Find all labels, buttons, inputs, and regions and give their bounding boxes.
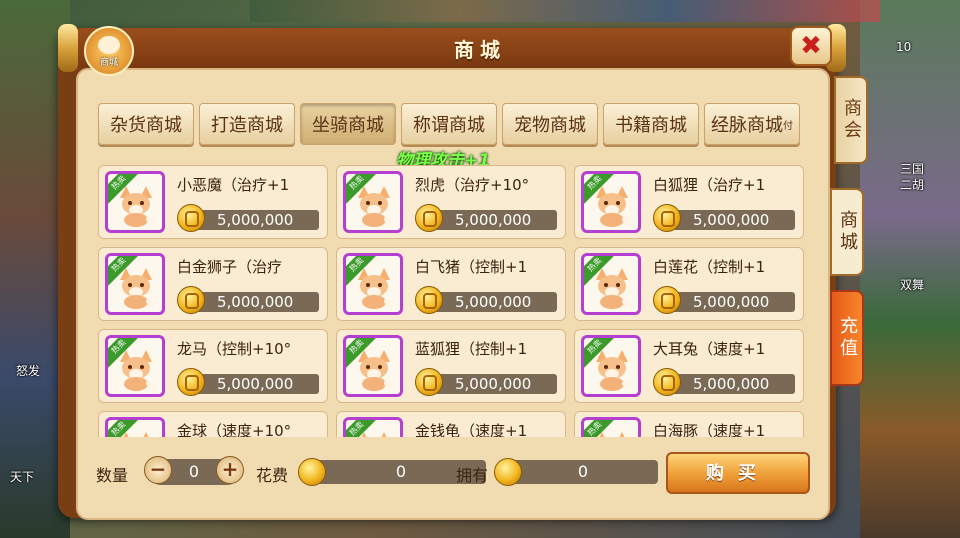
item-name: 金钱龟（速度+1 — [415, 422, 528, 437]
owned-label: 拥有 — [456, 466, 489, 485]
background-label: 二胡 — [900, 178, 925, 192]
item-price: 5,000,000 — [193, 374, 319, 394]
item-card[interactable]: 热卖 白狐狸（治疗+1 5,000,000 — [574, 165, 804, 239]
coin-icon — [177, 204, 205, 232]
tab-overflow-text: 付 — [783, 120, 793, 132]
item-card[interactable]: 热卖 白金狮子（治疗 5,000,000 — [98, 247, 328, 321]
item-card[interactable]: 热卖 白海豚（速度+1 — [574, 411, 804, 437]
player-level: 10 — [896, 40, 912, 54]
coin-icon — [177, 368, 205, 396]
item-price: 5,000,000 — [669, 210, 795, 230]
increase-quantity-button[interactable]: + — [216, 456, 244, 484]
mount-thumbnail: 热卖 — [581, 335, 641, 397]
item-price: 5,000,000 — [431, 374, 557, 394]
item-name: 白金狮子（治疗 — [177, 258, 283, 276]
item-name: 烈虎（治疗+10° — [415, 176, 530, 194]
item-price: 5,000,000 — [669, 292, 795, 312]
cost-label: 花费 — [256, 466, 289, 485]
mount-thumbnail: 热卖 — [105, 335, 165, 397]
mount-thumbnail: 热卖 — [343, 335, 403, 397]
mount-thumbnail: 热卖 — [105, 171, 165, 233]
shop-logo-icon: 商城 — [84, 26, 134, 76]
item-name: 大耳兔（速度+1 — [653, 340, 766, 358]
close-button[interactable]: ✖ — [790, 26, 832, 66]
item-grid-viewport[interactable]: 热卖 小恶魔（治疗+1 5,000,000 热卖 烈虎（治疗+10° 5,000,000 热… — [98, 165, 808, 437]
tab-sundries[interactable]: 杂货商城 — [98, 103, 194, 145]
mount-thumbnail: 热卖 — [581, 253, 641, 315]
item-name: 白莲花（控制+1 — [653, 258, 766, 276]
coin-icon — [415, 204, 443, 232]
mount-thumbnail: 热卖 — [581, 171, 641, 233]
item-card[interactable]: 热卖 大耳兔（速度+1 5,000,000 — [574, 329, 804, 403]
close-icon: ✖ — [800, 31, 822, 61]
item-name: 蓝狐狸（控制+1 — [415, 340, 528, 358]
scroll-ornament-left — [58, 24, 78, 72]
decrease-quantity-button[interactable]: − — [144, 456, 172, 484]
background-label: 怒发 — [16, 364, 41, 378]
shop-logo-label: 商城 — [99, 58, 118, 68]
item-price: 5,000,000 — [431, 292, 557, 312]
tab-guild[interactable]: 商会 — [834, 76, 868, 164]
item-price: 5,000,000 — [669, 374, 795, 394]
tab-titles[interactable]: 称谓商城 — [401, 103, 497, 145]
page-title: 商城 — [454, 38, 506, 62]
coin-icon — [415, 286, 443, 314]
item-name: 白飞猪（控制+1 — [415, 258, 528, 276]
tab-shop[interactable]: 商城 — [830, 188, 864, 276]
item-card[interactable]: 热卖 小恶魔（治疗+1 5,000,000 — [98, 165, 328, 239]
owned-value: 0 — [508, 460, 658, 484]
quantity-label: 数量 — [96, 466, 129, 485]
item-grid: 热卖 小恶魔（治疗+1 5,000,000 热卖 烈虎（治疗+10° 5,000,000 热… — [98, 165, 808, 437]
coin-icon — [415, 368, 443, 396]
item-name: 白海豚（速度+1 — [653, 422, 766, 437]
game-background-right — [860, 0, 960, 538]
item-card[interactable]: 热卖 龙马（控制+10° 5,000,000 — [98, 329, 328, 403]
item-name: 金球（速度+10° — [177, 422, 292, 437]
item-price: 5,000,000 — [193, 210, 319, 230]
tab-meridians[interactable]: 经脉商城付 — [704, 103, 800, 145]
background-label: 双舞 — [900, 278, 925, 292]
tab-books[interactable]: 书籍商城 — [603, 103, 699, 145]
buy-button[interactable]: 购买 — [666, 452, 810, 494]
mount-thumbnail: 热卖 — [343, 253, 403, 315]
category-tabs: 杂货商城 打造商城 坐骑商城 称谓商城 宠物商城 书籍商城 经脉商城付 — [98, 103, 800, 145]
item-card[interactable]: 热卖 金球（速度+10° — [98, 411, 328, 437]
purchase-bar: 数量 − 0 + 花费 0 拥有 0 购买 — [96, 452, 816, 494]
tab-recharge[interactable]: 充值 — [830, 290, 864, 386]
item-name: 龙马（控制+10° — [177, 340, 292, 358]
item-card[interactable]: 热卖 白飞猪（控制+1 5,000,000 — [336, 247, 566, 321]
mount-thumbnail: 热卖 — [343, 417, 403, 437]
tab-mounts[interactable]: 坐骑商城 — [300, 103, 396, 145]
tab-pets[interactable]: 宠物商城 — [502, 103, 598, 145]
rabbit-face-icon — [98, 36, 120, 54]
quantity-value: 0 — [188, 462, 200, 481]
game-top-bar — [250, 0, 880, 22]
coin-icon — [177, 286, 205, 314]
mount-thumbnail: 热卖 — [581, 417, 641, 437]
background-label: 天下 — [10, 470, 35, 484]
item-card[interactable]: 热卖 白莲花（控制+1 5,000,000 — [574, 247, 804, 321]
item-price: 5,000,000 — [431, 210, 557, 230]
coin-icon — [653, 368, 681, 396]
tab-meridians-label: 经脉商城 — [711, 115, 783, 136]
mount-thumbnail: 热卖 — [105, 253, 165, 315]
background-label: 三国 — [900, 162, 925, 176]
item-card[interactable]: 热卖 蓝狐狸（控制+1 5,000,000 — [336, 329, 566, 403]
item-name: 小恶魔（治疗+1 — [177, 176, 290, 194]
coin-icon — [653, 286, 681, 314]
item-price: 5,000,000 — [193, 292, 319, 312]
coin-icon — [298, 458, 326, 486]
tab-forging[interactable]: 打造商城 — [199, 103, 295, 145]
mount-thumbnail: 热卖 — [343, 171, 403, 233]
item-card[interactable]: 热卖 金钱龟（速度+1 — [336, 411, 566, 437]
item-name: 白狐狸（治疗+1 — [653, 176, 766, 194]
item-card[interactable]: 热卖 烈虎（治疗+10° 5,000,000 — [336, 165, 566, 239]
coin-icon — [494, 458, 522, 486]
mount-thumbnail: 热卖 — [105, 417, 165, 437]
coin-icon — [653, 204, 681, 232]
